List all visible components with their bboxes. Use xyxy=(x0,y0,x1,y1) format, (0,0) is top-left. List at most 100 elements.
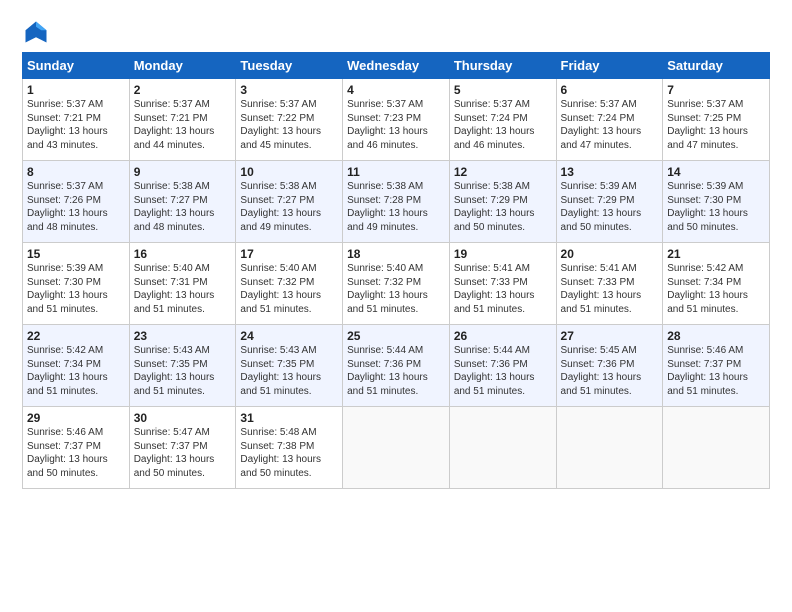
day-number: 27 xyxy=(561,329,659,343)
day-cell-16: 16Sunrise: 5:40 AMSunset: 7:31 PMDayligh… xyxy=(129,243,236,325)
day-number: 2 xyxy=(134,83,232,97)
day-cell-14: 14Sunrise: 5:39 AMSunset: 7:30 PMDayligh… xyxy=(663,161,770,243)
day-cell-13: 13Sunrise: 5:39 AMSunset: 7:29 PMDayligh… xyxy=(556,161,663,243)
cell-text: Sunrise: 5:41 AMSunset: 7:33 PMDaylight:… xyxy=(561,262,659,316)
day-cell-5: 5Sunrise: 5:37 AMSunset: 7:24 PMDaylight… xyxy=(449,79,556,161)
week-row-4: 22Sunrise: 5:42 AMSunset: 7:34 PMDayligh… xyxy=(23,325,770,407)
day-number: 3 xyxy=(240,83,338,97)
days-header-row: SundayMondayTuesdayWednesdayThursdayFrid… xyxy=(23,53,770,79)
cell-text: Sunrise: 5:37 AMSunset: 7:23 PMDaylight:… xyxy=(347,98,445,152)
cell-text: Sunrise: 5:38 AMSunset: 7:29 PMDaylight:… xyxy=(454,180,552,234)
empty-cell xyxy=(449,407,556,489)
cell-text: Sunrise: 5:43 AMSunset: 7:35 PMDaylight:… xyxy=(134,344,232,398)
cell-text: Sunrise: 5:43 AMSunset: 7:35 PMDaylight:… xyxy=(240,344,338,398)
day-header-wednesday: Wednesday xyxy=(343,53,450,79)
cell-text: Sunrise: 5:40 AMSunset: 7:32 PMDaylight:… xyxy=(240,262,338,316)
day-number: 31 xyxy=(240,411,338,425)
day-number: 11 xyxy=(347,165,445,179)
day-cell-17: 17Sunrise: 5:40 AMSunset: 7:32 PMDayligh… xyxy=(236,243,343,325)
day-number: 1 xyxy=(27,83,125,97)
day-cell-18: 18Sunrise: 5:40 AMSunset: 7:32 PMDayligh… xyxy=(343,243,450,325)
day-number: 8 xyxy=(27,165,125,179)
day-cell-4: 4Sunrise: 5:37 AMSunset: 7:23 PMDaylight… xyxy=(343,79,450,161)
cell-text: Sunrise: 5:40 AMSunset: 7:32 PMDaylight:… xyxy=(347,262,445,316)
day-number: 18 xyxy=(347,247,445,261)
day-header-monday: Monday xyxy=(129,53,236,79)
day-cell-10: 10Sunrise: 5:38 AMSunset: 7:27 PMDayligh… xyxy=(236,161,343,243)
cell-text: Sunrise: 5:37 AMSunset: 7:21 PMDaylight:… xyxy=(27,98,125,152)
day-number: 20 xyxy=(561,247,659,261)
day-number: 14 xyxy=(667,165,765,179)
page: SundayMondayTuesdayWednesdayThursdayFrid… xyxy=(0,0,792,499)
day-header-tuesday: Tuesday xyxy=(236,53,343,79)
day-number: 12 xyxy=(454,165,552,179)
day-number: 24 xyxy=(240,329,338,343)
day-cell-6: 6Sunrise: 5:37 AMSunset: 7:24 PMDaylight… xyxy=(556,79,663,161)
day-cell-11: 11Sunrise: 5:38 AMSunset: 7:28 PMDayligh… xyxy=(343,161,450,243)
header-row xyxy=(22,18,770,46)
empty-cell xyxy=(556,407,663,489)
day-header-saturday: Saturday xyxy=(663,53,770,79)
day-number: 28 xyxy=(667,329,765,343)
day-cell-30: 30Sunrise: 5:47 AMSunset: 7:37 PMDayligh… xyxy=(129,407,236,489)
week-row-5: 29Sunrise: 5:46 AMSunset: 7:37 PMDayligh… xyxy=(23,407,770,489)
cell-text: Sunrise: 5:37 AMSunset: 7:22 PMDaylight:… xyxy=(240,98,338,152)
day-number: 9 xyxy=(134,165,232,179)
week-row-3: 15Sunrise: 5:39 AMSunset: 7:30 PMDayligh… xyxy=(23,243,770,325)
day-number: 21 xyxy=(667,247,765,261)
cell-text: Sunrise: 5:37 AMSunset: 7:24 PMDaylight:… xyxy=(561,98,659,152)
day-number: 30 xyxy=(134,411,232,425)
day-number: 10 xyxy=(240,165,338,179)
day-cell-8: 8Sunrise: 5:37 AMSunset: 7:26 PMDaylight… xyxy=(23,161,130,243)
day-cell-31: 31Sunrise: 5:48 AMSunset: 7:38 PMDayligh… xyxy=(236,407,343,489)
logo-icon xyxy=(22,18,50,46)
day-cell-24: 24Sunrise: 5:43 AMSunset: 7:35 PMDayligh… xyxy=(236,325,343,407)
logo xyxy=(22,18,54,46)
day-number: 25 xyxy=(347,329,445,343)
day-cell-15: 15Sunrise: 5:39 AMSunset: 7:30 PMDayligh… xyxy=(23,243,130,325)
day-cell-25: 25Sunrise: 5:44 AMSunset: 7:36 PMDayligh… xyxy=(343,325,450,407)
day-number: 26 xyxy=(454,329,552,343)
day-cell-23: 23Sunrise: 5:43 AMSunset: 7:35 PMDayligh… xyxy=(129,325,236,407)
calendar-body: 1Sunrise: 5:37 AMSunset: 7:21 PMDaylight… xyxy=(23,79,770,489)
calendar-table: SundayMondayTuesdayWednesdayThursdayFrid… xyxy=(22,52,770,489)
day-cell-1: 1Sunrise: 5:37 AMSunset: 7:21 PMDaylight… xyxy=(23,79,130,161)
cell-text: Sunrise: 5:48 AMSunset: 7:38 PMDaylight:… xyxy=(240,426,338,480)
cell-text: Sunrise: 5:39 AMSunset: 7:30 PMDaylight:… xyxy=(667,180,765,234)
cell-text: Sunrise: 5:42 AMSunset: 7:34 PMDaylight:… xyxy=(667,262,765,316)
cell-text: Sunrise: 5:39 AMSunset: 7:29 PMDaylight:… xyxy=(561,180,659,234)
day-cell-28: 28Sunrise: 5:46 AMSunset: 7:37 PMDayligh… xyxy=(663,325,770,407)
day-number: 6 xyxy=(561,83,659,97)
day-header-friday: Friday xyxy=(556,53,663,79)
day-number: 13 xyxy=(561,165,659,179)
day-header-sunday: Sunday xyxy=(23,53,130,79)
cell-text: Sunrise: 5:37 AMSunset: 7:26 PMDaylight:… xyxy=(27,180,125,234)
day-number: 22 xyxy=(27,329,125,343)
cell-text: Sunrise: 5:44 AMSunset: 7:36 PMDaylight:… xyxy=(347,344,445,398)
empty-cell xyxy=(343,407,450,489)
day-number: 5 xyxy=(454,83,552,97)
cell-text: Sunrise: 5:42 AMSunset: 7:34 PMDaylight:… xyxy=(27,344,125,398)
day-cell-3: 3Sunrise: 5:37 AMSunset: 7:22 PMDaylight… xyxy=(236,79,343,161)
empty-cell xyxy=(663,407,770,489)
cell-text: Sunrise: 5:47 AMSunset: 7:37 PMDaylight:… xyxy=(134,426,232,480)
cell-text: Sunrise: 5:38 AMSunset: 7:27 PMDaylight:… xyxy=(240,180,338,234)
cell-text: Sunrise: 5:46 AMSunset: 7:37 PMDaylight:… xyxy=(27,426,125,480)
day-cell-12: 12Sunrise: 5:38 AMSunset: 7:29 PMDayligh… xyxy=(449,161,556,243)
cell-text: Sunrise: 5:38 AMSunset: 7:28 PMDaylight:… xyxy=(347,180,445,234)
day-number: 29 xyxy=(27,411,125,425)
day-cell-29: 29Sunrise: 5:46 AMSunset: 7:37 PMDayligh… xyxy=(23,407,130,489)
day-cell-7: 7Sunrise: 5:37 AMSunset: 7:25 PMDaylight… xyxy=(663,79,770,161)
day-cell-9: 9Sunrise: 5:38 AMSunset: 7:27 PMDaylight… xyxy=(129,161,236,243)
day-number: 7 xyxy=(667,83,765,97)
cell-text: Sunrise: 5:44 AMSunset: 7:36 PMDaylight:… xyxy=(454,344,552,398)
day-number: 15 xyxy=(27,247,125,261)
cell-text: Sunrise: 5:40 AMSunset: 7:31 PMDaylight:… xyxy=(134,262,232,316)
day-number: 17 xyxy=(240,247,338,261)
day-cell-20: 20Sunrise: 5:41 AMSunset: 7:33 PMDayligh… xyxy=(556,243,663,325)
day-cell-19: 19Sunrise: 5:41 AMSunset: 7:33 PMDayligh… xyxy=(449,243,556,325)
day-number: 16 xyxy=(134,247,232,261)
week-row-1: 1Sunrise: 5:37 AMSunset: 7:21 PMDaylight… xyxy=(23,79,770,161)
cell-text: Sunrise: 5:37 AMSunset: 7:25 PMDaylight:… xyxy=(667,98,765,152)
cell-text: Sunrise: 5:38 AMSunset: 7:27 PMDaylight:… xyxy=(134,180,232,234)
